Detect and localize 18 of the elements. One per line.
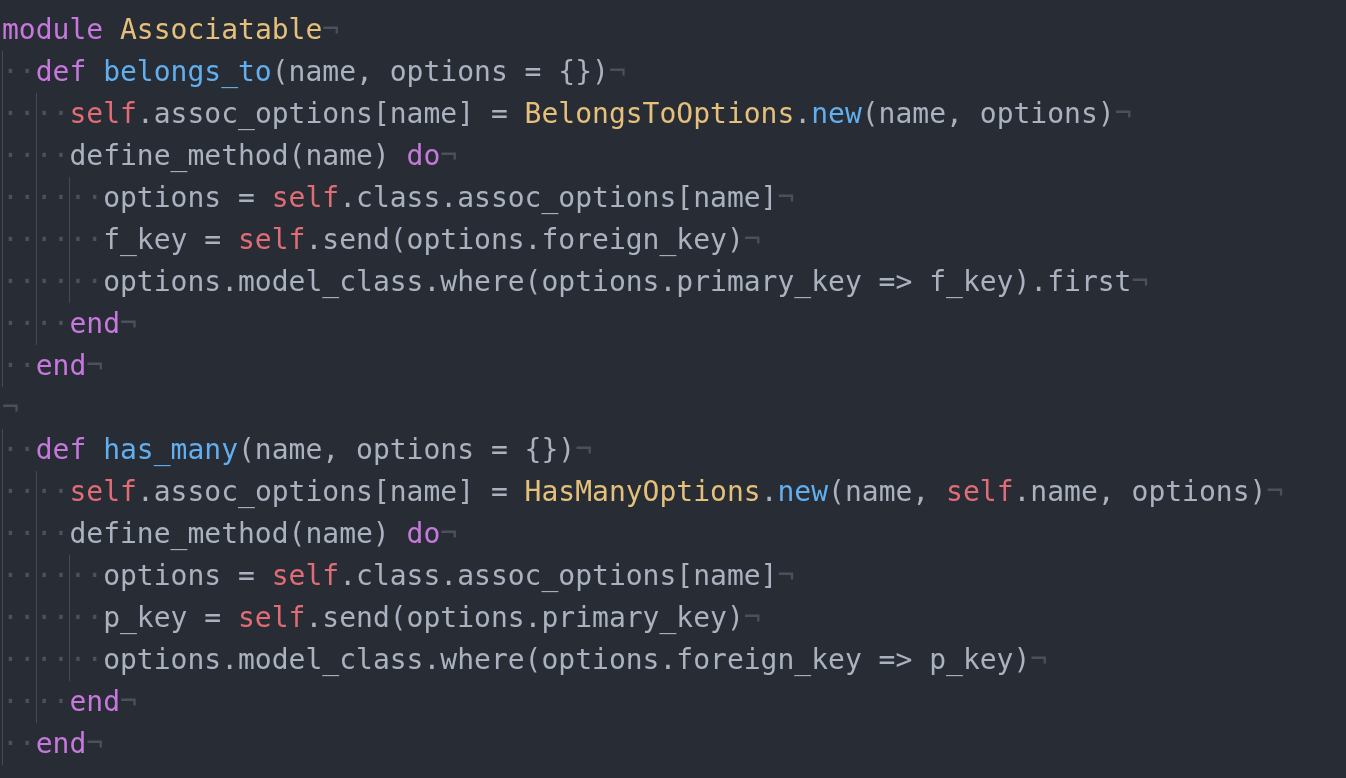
code-line: ······f_key = self.send(options.foreign_key)¬ <box>2 219 761 261</box>
code-line: ¬ <box>2 390 19 426</box>
code-line: ····end¬ <box>2 681 137 723</box>
code-line: ··def belongs_to(name, options = {})¬ <box>2 51 626 93</box>
code-line: ······options.model_class.where(options.primary_key => f_key).first¬ <box>2 261 1149 303</box>
code-line: ····define_method(name) do¬ <box>2 513 458 555</box>
code-line: ··def has_many(name, options = {})¬ <box>2 429 593 471</box>
code-line: ··end¬ <box>2 723 104 765</box>
code-line: ····self.assoc_options[name] = BelongsToOptions.new(name, options)¬ <box>2 93 1132 135</box>
code-line: ······options = self.class.assoc_options[name]¬ <box>2 177 795 219</box>
code-line: ··end¬ <box>2 345 104 387</box>
code-line: ····end¬ <box>2 303 137 345</box>
code-line: ······options.model_class.where(options.foreign_key => p_key)¬ <box>2 639 1048 681</box>
code-line: ······p_key = self.send(options.primary_key)¬ <box>2 597 761 639</box>
code-line: ····self.assoc_options[name] = HasManyOptions.new(name, self.name, options)¬ <box>2 471 1284 513</box>
code-line: module Associatable¬ <box>2 12 340 48</box>
code-line: ······options = self.class.assoc_options[name]¬ <box>2 555 795 597</box>
code-line: ····define_method(name) do¬ <box>2 135 458 177</box>
